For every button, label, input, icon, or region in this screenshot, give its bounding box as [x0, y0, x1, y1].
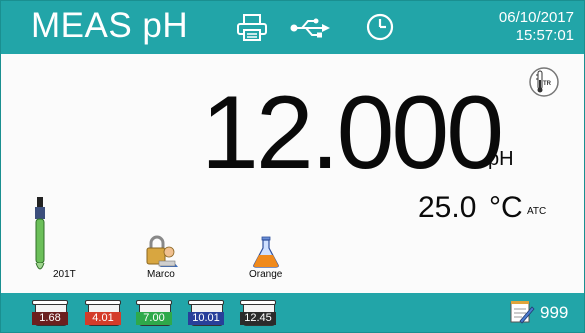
buffer-cup-3[interactable]: 7.00 [136, 300, 172, 328]
ph-unit: pH [488, 148, 514, 170]
buffer-cup-4[interactable]: 10.01 [188, 300, 224, 328]
buffer-value: 12.45 [240, 312, 276, 325]
date-time: 06/10/2017 15:57:01 [499, 9, 574, 45]
sample-flask-icon[interactable] [251, 236, 281, 273]
buffer-cup-2[interactable]: 4.01 [85, 300, 121, 328]
header-bar: MEAS pH 06/10/2017 15:57:01 [1, 1, 584, 54]
compensation-label: ATC [527, 206, 547, 217]
usb-icon[interactable] [290, 18, 330, 43]
printer-icon[interactable] [236, 14, 268, 47]
electrode-icon[interactable] [31, 197, 49, 282]
date-text: 06/10/2017 [498, 9, 574, 26]
buffer-value: 7.00 [136, 312, 172, 325]
notepad-icon[interactable] [509, 300, 535, 329]
buffer-cup-5[interactable]: 12.45 [240, 300, 276, 328]
temperature-unit: °C [489, 191, 523, 224]
mode-title: MEAS pH [31, 6, 189, 45]
status-bar: 1.68 4.01 7.00 10.01 12.45 [1, 293, 584, 332]
buffer-value: 4.01 [85, 312, 121, 325]
sensor-name: 201T [53, 269, 76, 280]
tr-badge-text: TR [543, 81, 552, 87]
user-lock-icon[interactable] [145, 234, 179, 273]
sample-name: Orange [249, 269, 283, 280]
temperature-value: 25.0 [418, 191, 477, 224]
buffer-value: 1.68 [32, 312, 68, 325]
memory-count: 999 [540, 303, 569, 322]
temperature-sensor-icon: TR [528, 66, 560, 103]
ph-reading-value: 12.000 [201, 75, 504, 191]
buffer-value: 10.01 [188, 312, 224, 325]
clock-icon[interactable] [366, 13, 394, 46]
buffer-cup-1[interactable]: 1.68 [32, 300, 68, 328]
meter-screen: MEAS pH 06/10/2017 15:57:01 TR 12.000 pH… [0, 0, 585, 333]
user-name: Marco [147, 269, 175, 280]
time-text: 15:57:01 [515, 27, 574, 44]
